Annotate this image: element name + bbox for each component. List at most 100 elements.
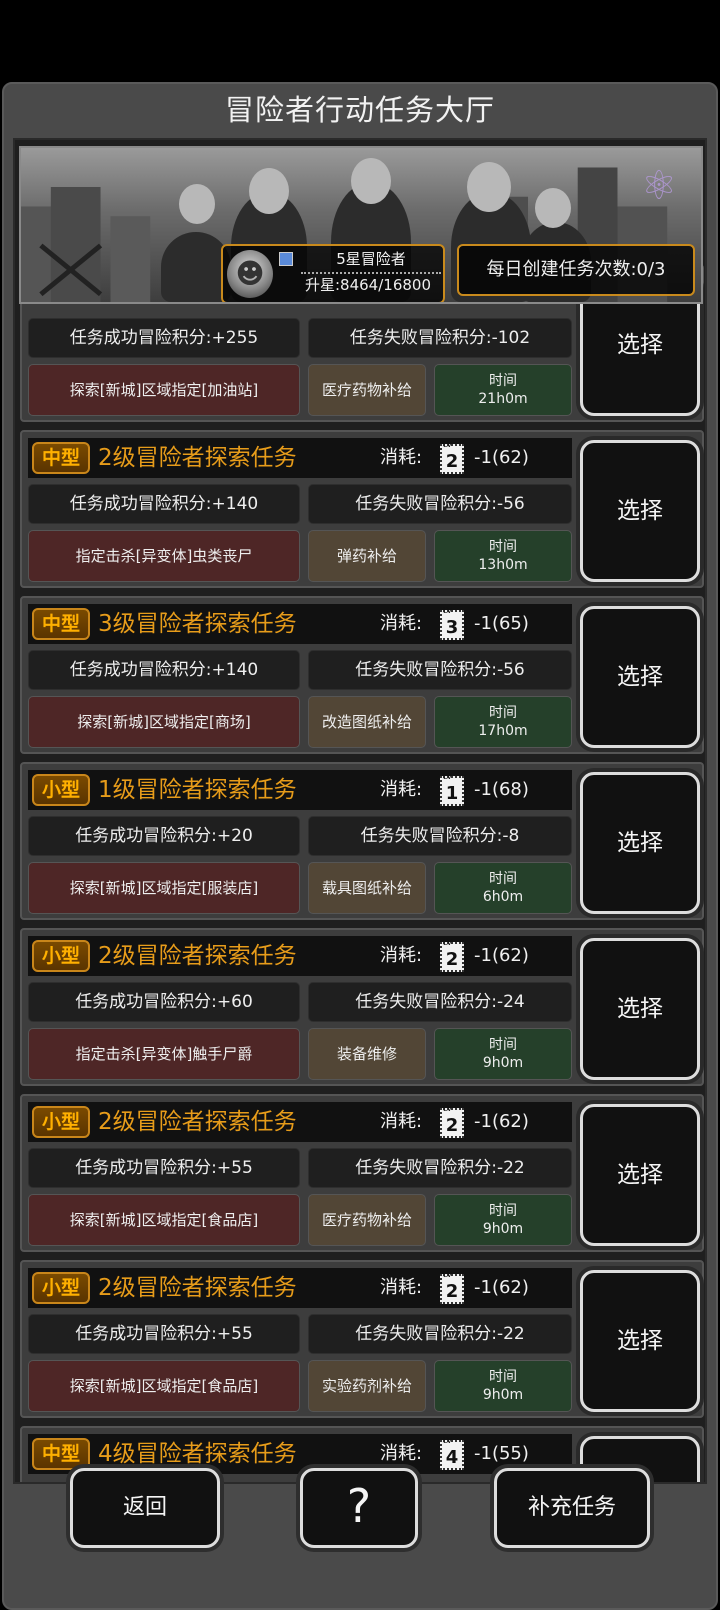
cost-label: 消耗: [380, 1111, 423, 1132]
success-points: 任务成功冒险积分:+60 [28, 982, 300, 1022]
task-hall-panel: 冒险者行动任务大厅 任务成功冒险积分:+255 任务失败冒险积分:-102 探索… [2, 82, 718, 1610]
ticket-icon: LV 2 [440, 440, 464, 474]
ticket-icon: LV 1 [440, 772, 464, 806]
fail-points: 任务失败冒险积分:-22 [308, 1314, 572, 1354]
time-value: 6h0m [482, 889, 524, 905]
cost-label: 消耗: [380, 447, 423, 468]
task-header: 小型 2级冒险者探索任务 消耗: LV 2 -1(62) [28, 936, 572, 976]
task-duration: 时间 6h0m [434, 862, 572, 914]
size-badge: 小型 [32, 1272, 90, 1304]
cost-value: -1(62) [474, 945, 529, 966]
time-label: 时间 [489, 373, 517, 389]
rank-name: 5星冒险者 [301, 248, 441, 274]
time-label: 时间 [489, 705, 517, 721]
task-name: 2级冒险者探索任务 [98, 943, 297, 969]
cost-label: 消耗: [380, 1277, 423, 1298]
task-target: 探索[新城]区域指定[加油站] [28, 364, 300, 416]
task-name: 2级冒险者探索任务 [98, 1275, 297, 1301]
size-badge: 小型 [32, 774, 90, 806]
fail-points: 任务失败冒险积分:-56 [308, 650, 572, 690]
cost-label: 消耗: [380, 613, 423, 634]
star-progress: 升星:8464/16800 [305, 276, 431, 294]
ticket-icon: LV 2 [440, 1104, 464, 1138]
cost-value: -1(62) [474, 1277, 529, 1298]
task-target: 探索[新城]区域指定[食品店] [28, 1194, 300, 1246]
task-target: 探索[新城]区域指定[服装店] [28, 862, 300, 914]
ticket-icon: LV 3 [440, 606, 464, 640]
time-value: 21h0m [478, 391, 528, 407]
time-label: 时间 [489, 1369, 517, 1385]
task-header: 中型 3级冒险者探索任务 消耗: LV 3 -1(65) [28, 604, 572, 644]
rank-gem-icon [279, 252, 293, 266]
size-badge: 小型 [32, 940, 90, 972]
task-duration: 时间 9h0m [434, 1028, 572, 1080]
task-list-viewport[interactable]: 任务成功冒险积分:+255 任务失败冒险积分:-102 探索[新城]区域指定[加… [13, 138, 707, 1484]
task-header: 中型 2级冒险者探索任务 消耗: LV 2 -1(62) [28, 438, 572, 478]
task-card: 小型 2级冒险者探索任务 消耗: LV 2 -1(62) 任务成功冒险积分:+55… [20, 1094, 704, 1252]
task-target: 探索[新城]区域指定[商场] [28, 696, 300, 748]
size-badge: 中型 [32, 608, 90, 640]
task-card: 中型 3级冒险者探索任务 消耗: LV 3 -1(65) 任务成功冒险积分:+14… [20, 596, 704, 754]
time-label: 时间 [489, 1037, 517, 1053]
time-value: 17h0m [478, 723, 528, 739]
cost-value: -1(68) [474, 779, 529, 800]
success-points: 任务成功冒险积分:+255 [28, 318, 300, 358]
character-head [535, 188, 571, 228]
success-points: 任务成功冒险积分:+140 [28, 650, 300, 690]
time-value: 9h0m [482, 1221, 524, 1237]
cost-value: -1(65) [474, 613, 529, 634]
select-button[interactable]: 选择 [580, 772, 700, 914]
task-header: 小型 2级冒险者探索任务 消耗: LV 2 -1(62) [28, 1268, 572, 1308]
task-duration: 时间 17h0m [434, 696, 572, 748]
task-reward: 弹药补给 [308, 530, 426, 582]
task-name: 3级冒险者探索任务 [98, 611, 297, 637]
size-badge: 中型 [32, 1438, 90, 1470]
fail-points: 任务失败冒险积分:-56 [308, 484, 572, 524]
character-head [467, 162, 511, 212]
character-head [249, 168, 289, 214]
cost-label: 消耗: [380, 945, 423, 966]
task-target: 探索[新城]区域指定[食品店] [28, 1360, 300, 1412]
task-card: 小型 1级冒险者探索任务 消耗: LV 1 -1(68) 任务成功冒险积分:+20… [20, 762, 704, 920]
task-duration: 时间 9h0m [434, 1194, 572, 1246]
success-points: 任务成功冒险积分:+140 [28, 484, 300, 524]
task-name: 1级冒险者探索任务 [98, 777, 297, 803]
task-duration: 时间 21h0m [434, 364, 572, 416]
adventurer-rank[interactable]: ☻ 5星冒险者 升星:8464/16800 [221, 244, 445, 302]
cost-label: 消耗: [380, 779, 423, 800]
task-reward: 实验药剂补给 [308, 1360, 426, 1412]
help-button[interactable]: ? [300, 1468, 418, 1548]
task-duration: 时间 9h0m [434, 1360, 572, 1412]
success-points: 任务成功冒险积分:+55 [28, 1148, 300, 1188]
time-label: 时间 [489, 871, 517, 887]
fail-points: 任务失败冒险积分:-8 [308, 816, 572, 856]
select-button[interactable]: 选择 [580, 938, 700, 1080]
ticket-icon: LV 2 [440, 938, 464, 972]
refill-tasks-button[interactable]: 补充任务 [494, 1468, 650, 1548]
task-duration: 时间 13h0m [434, 530, 572, 582]
task-header: 小型 1级冒险者探索任务 消耗: LV 1 -1(68) [28, 770, 572, 810]
task-card: 中型 2级冒险者探索任务 消耗: LV 2 -1(62) 任务成功冒险积分:+14… [20, 430, 704, 588]
back-button[interactable]: 返回 [70, 1468, 220, 1548]
select-button[interactable]: 选择 [580, 1104, 700, 1246]
task-reward: 改造图纸补给 [308, 696, 426, 748]
task-target: 指定击杀[异变体]触手尸爵 [28, 1028, 300, 1080]
task-header: 小型 2级冒险者探索任务 消耗: LV 2 -1(62) [28, 1102, 572, 1142]
task-name: 2级冒险者探索任务 [98, 445, 297, 471]
select-button[interactable]: 选择 [580, 1270, 700, 1412]
faction-emblem-icon: ⚛ [641, 163, 677, 209]
task-name: 2级冒险者探索任务 [98, 1109, 297, 1135]
time-label: 时间 [489, 1203, 517, 1219]
time-value: 9h0m [482, 1055, 524, 1071]
daily-create-count: 每日创建任务次数:0/3 [457, 244, 695, 296]
task-card: 小型 2级冒险者探索任务 消耗: LV 2 -1(62) 任务成功冒险积分:+55… [20, 1260, 704, 1418]
cost-value: -1(62) [474, 447, 529, 468]
select-button[interactable]: 选择 [580, 440, 700, 582]
adventurer-banner: ⚛ ☻ 5星冒险者 升星:8464/16800 每日创建任务次数:0/3 [19, 146, 703, 304]
time-value: 9h0m [482, 1387, 524, 1403]
ticket-icon: LV 4 [440, 1436, 464, 1470]
size-badge: 中型 [32, 442, 90, 474]
page-title: 冒险者行动任务大厅 [224, 93, 495, 127]
cost-value: -1(62) [474, 1111, 529, 1132]
select-button[interactable]: 选择 [580, 606, 700, 748]
